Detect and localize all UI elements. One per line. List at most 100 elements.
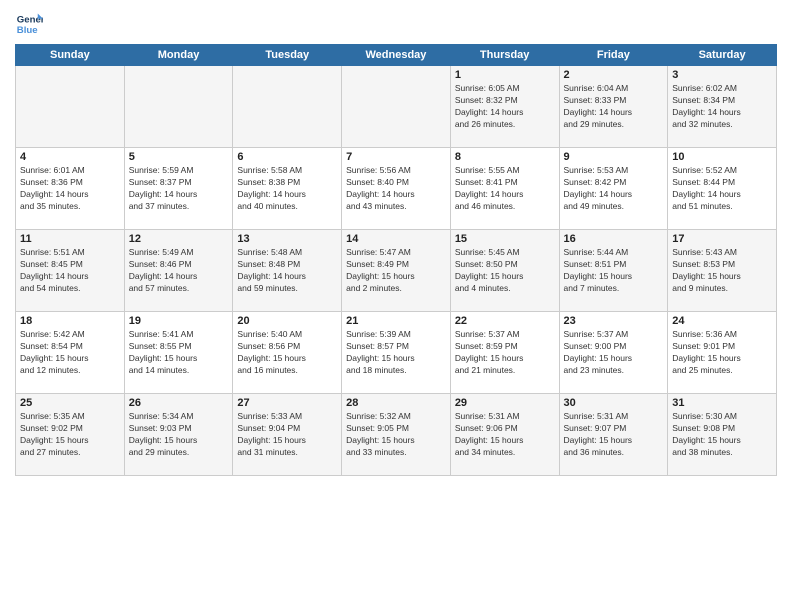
day-number: 5 <box>129 151 229 163</box>
day-info: Sunrise: 5:31 AM Sunset: 9:06 PM Dayligh… <box>455 411 555 459</box>
calendar-week-3: 11 Sunrise: 5:51 AM Sunset: 8:45 PM Dayli… <box>16 230 777 312</box>
day-info: Sunrise: 5:51 AM Sunset: 8:45 PM Dayligh… <box>20 247 120 295</box>
day-header-sunday: Sunday <box>16 45 125 66</box>
calendar-cell: 19Sunrise: 5:41 AM Sunset: 8:55 PM Dayli… <box>124 312 233 394</box>
day-header-tuesday: Tuesday <box>233 45 342 66</box>
day-info: Sunrise: 5:30 AM Sunset: 9:08 PM Dayligh… <box>672 411 772 459</box>
day-number: 23 <box>564 315 664 327</box>
day-info: Sunrise: 5:47 AM Sunset: 8:49 PM Dayligh… <box>346 247 446 295</box>
day-number: 9 <box>564 151 664 163</box>
day-number: 22 <box>455 315 555 327</box>
calendar-cell: 27 Sunrise: 5:33 AM Sunset: 9:04 PM Dayli… <box>233 394 342 476</box>
day-info: Sunrise: 5:59 AM Sunset: 8:37 PM Dayligh… <box>129 165 229 213</box>
day-number: 12 <box>129 233 229 245</box>
calendar-cell: 24 Sunrise: 5:36 AM Sunset: 9:01 PM Dayli… <box>668 312 777 394</box>
calendar-week-1: 1 Sunrise: 6:05 AM Sunset: 8:32 PM Daylig… <box>16 66 777 148</box>
calendar-cell: 31 Sunrise: 5:30 AM Sunset: 9:08 PM Dayli… <box>668 394 777 476</box>
day-info: Sunrise: 5:41 AM Sunset: 8:55 PM Dayligh… <box>129 329 229 377</box>
day-number: 28 <box>346 397 446 409</box>
calendar-cell: 23 Sunrise: 5:37 AM Sunset: 9:00 PM Dayli… <box>559 312 668 394</box>
calendar-cell: 11 Sunrise: 5:51 AM Sunset: 8:45 PM Dayli… <box>16 230 125 312</box>
day-number: 29 <box>455 397 555 409</box>
calendar-cell: 7 Sunrise: 5:56 AM Sunset: 8:40 PM Daylig… <box>342 148 451 230</box>
calendar-cell: 26 Sunrise: 5:34 AM Sunset: 9:03 PM Dayli… <box>124 394 233 476</box>
header: General Blue <box>15 10 777 38</box>
calendar-cell: 8Sunrise: 5:55 AM Sunset: 8:41 PM Daylig… <box>450 148 559 230</box>
calendar-header-row: SundayMondayTuesdayWednesdayThursdayFrid… <box>16 45 777 66</box>
page: General Blue SundayMondayTuesdayWednesda… <box>0 0 792 612</box>
day-info: Sunrise: 5:33 AM Sunset: 9:04 PM Dayligh… <box>237 411 337 459</box>
day-info: Sunrise: 5:52 AM Sunset: 8:44 PM Dayligh… <box>672 165 772 213</box>
calendar-cell: 14 Sunrise: 5:47 AM Sunset: 8:49 PM Dayli… <box>342 230 451 312</box>
logo: General Blue <box>15 10 43 38</box>
calendar-cell: 12 Sunrise: 5:49 AM Sunset: 8:46 PM Dayli… <box>124 230 233 312</box>
calendar-cell: 4 Sunrise: 6:01 AM Sunset: 8:36 PM Daylig… <box>16 148 125 230</box>
calendar-cell: 9Sunrise: 5:53 AM Sunset: 8:42 PM Daylig… <box>559 148 668 230</box>
day-number: 31 <box>672 397 772 409</box>
day-number: 24 <box>672 315 772 327</box>
calendar-cell: 5 Sunrise: 5:59 AM Sunset: 8:37 PM Daylig… <box>124 148 233 230</box>
calendar-cell: 25Sunrise: 5:35 AM Sunset: 9:02 PM Dayli… <box>16 394 125 476</box>
calendar-week-4: 18 Sunrise: 5:42 AM Sunset: 8:54 PM Dayli… <box>16 312 777 394</box>
day-info: Sunrise: 5:58 AM Sunset: 8:38 PM Dayligh… <box>237 165 337 213</box>
day-info: Sunrise: 5:39 AM Sunset: 8:57 PM Dayligh… <box>346 329 446 377</box>
calendar-week-5: 25Sunrise: 5:35 AM Sunset: 9:02 PM Dayli… <box>16 394 777 476</box>
day-info: Sunrise: 5:45 AM Sunset: 8:50 PM Dayligh… <box>455 247 555 295</box>
day-number: 6 <box>237 151 337 163</box>
day-info: Sunrise: 5:49 AM Sunset: 8:46 PM Dayligh… <box>129 247 229 295</box>
day-number: 14 <box>346 233 446 245</box>
day-number: 10 <box>672 151 772 163</box>
calendar-cell: 22 Sunrise: 5:37 AM Sunset: 8:59 PM Dayli… <box>450 312 559 394</box>
calendar-cell: 28Sunrise: 5:32 AM Sunset: 9:05 PM Dayli… <box>342 394 451 476</box>
day-number: 30 <box>564 397 664 409</box>
day-info: Sunrise: 5:43 AM Sunset: 8:53 PM Dayligh… <box>672 247 772 295</box>
day-info: Sunrise: 5:34 AM Sunset: 9:03 PM Dayligh… <box>129 411 229 459</box>
day-number: 11 <box>20 233 120 245</box>
day-info: Sunrise: 5:37 AM Sunset: 9:00 PM Dayligh… <box>564 329 664 377</box>
day-info: Sunrise: 5:44 AM Sunset: 8:51 PM Dayligh… <box>564 247 664 295</box>
calendar-cell: 3 Sunrise: 6:02 AM Sunset: 8:34 PM Daylig… <box>668 66 777 148</box>
day-number: 16 <box>564 233 664 245</box>
calendar-cell: 6 Sunrise: 5:58 AM Sunset: 8:38 PM Daylig… <box>233 148 342 230</box>
calendar-week-2: 4 Sunrise: 6:01 AM Sunset: 8:36 PM Daylig… <box>16 148 777 230</box>
day-number: 26 <box>129 397 229 409</box>
day-info: Sunrise: 6:05 AM Sunset: 8:32 PM Dayligh… <box>455 83 555 131</box>
day-info: Sunrise: 5:42 AM Sunset: 8:54 PM Dayligh… <box>20 329 120 377</box>
calendar-cell: 18 Sunrise: 5:42 AM Sunset: 8:54 PM Dayli… <box>16 312 125 394</box>
day-number: 17 <box>672 233 772 245</box>
day-info: Sunrise: 5:48 AM Sunset: 8:48 PM Dayligh… <box>237 247 337 295</box>
day-info: Sunrise: 5:56 AM Sunset: 8:40 PM Dayligh… <box>346 165 446 213</box>
calendar-cell: 2Sunrise: 6:04 AM Sunset: 8:33 PM Daylig… <box>559 66 668 148</box>
calendar-cell: 21 Sunrise: 5:39 AM Sunset: 8:57 PM Dayli… <box>342 312 451 394</box>
day-number: 21 <box>346 315 446 327</box>
calendar-cell <box>124 66 233 148</box>
day-number: 20 <box>237 315 337 327</box>
calendar-cell <box>342 66 451 148</box>
calendar-cell: 16 Sunrise: 5:44 AM Sunset: 8:51 PM Dayli… <box>559 230 668 312</box>
day-number: 18 <box>20 315 120 327</box>
calendar-cell <box>16 66 125 148</box>
calendar-cell: 15 Sunrise: 5:45 AM Sunset: 8:50 PM Dayli… <box>450 230 559 312</box>
day-number: 3 <box>672 69 772 81</box>
calendar-table: SundayMondayTuesdayWednesdayThursdayFrid… <box>15 44 777 476</box>
day-header-friday: Friday <box>559 45 668 66</box>
day-number: 2 <box>564 69 664 81</box>
day-header-saturday: Saturday <box>668 45 777 66</box>
calendar-cell: 13 Sunrise: 5:48 AM Sunset: 8:48 PM Dayli… <box>233 230 342 312</box>
day-info: Sunrise: 5:37 AM Sunset: 8:59 PM Dayligh… <box>455 329 555 377</box>
day-info: Sunrise: 5:36 AM Sunset: 9:01 PM Dayligh… <box>672 329 772 377</box>
day-number: 4 <box>20 151 120 163</box>
day-number: 27 <box>237 397 337 409</box>
day-info: Sunrise: 5:35 AM Sunset: 9:02 PM Dayligh… <box>20 411 120 459</box>
day-number: 7 <box>346 151 446 163</box>
calendar-cell: 30Sunrise: 5:31 AM Sunset: 9:07 PM Dayli… <box>559 394 668 476</box>
svg-text:Blue: Blue <box>17 25 38 36</box>
day-number: 1 <box>455 69 555 81</box>
day-number: 8 <box>455 151 555 163</box>
day-number: 15 <box>455 233 555 245</box>
day-header-monday: Monday <box>124 45 233 66</box>
day-info: Sunrise: 6:01 AM Sunset: 8:36 PM Dayligh… <box>20 165 120 213</box>
day-number: 13 <box>237 233 337 245</box>
day-header-wednesday: Wednesday <box>342 45 451 66</box>
day-info: Sunrise: 6:02 AM Sunset: 8:34 PM Dayligh… <box>672 83 772 131</box>
